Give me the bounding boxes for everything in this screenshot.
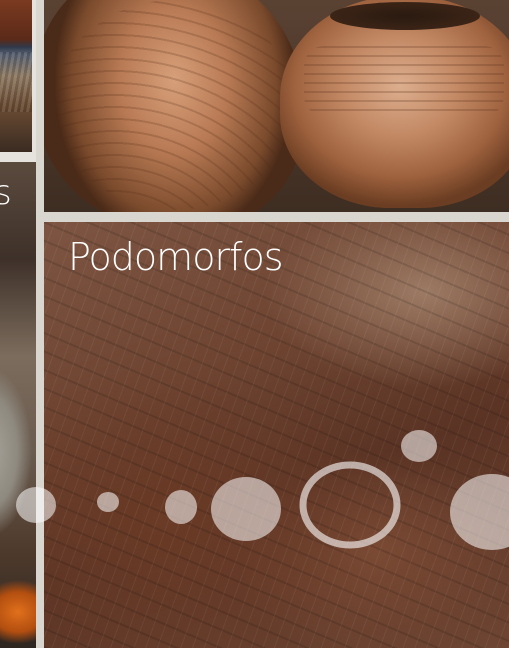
left-bottom-photo xyxy=(0,162,36,648)
section-title: Podomorfos xyxy=(68,235,283,279)
rock-art-photo: Podomorfos xyxy=(44,222,509,648)
left-top-photo xyxy=(0,0,32,152)
left-photo-column: s xyxy=(0,0,36,648)
vessel-left xyxy=(44,0,304,212)
ceramic-vessels-photo xyxy=(44,0,509,212)
vessel-right xyxy=(280,0,509,208)
left-caption: s xyxy=(0,173,12,213)
